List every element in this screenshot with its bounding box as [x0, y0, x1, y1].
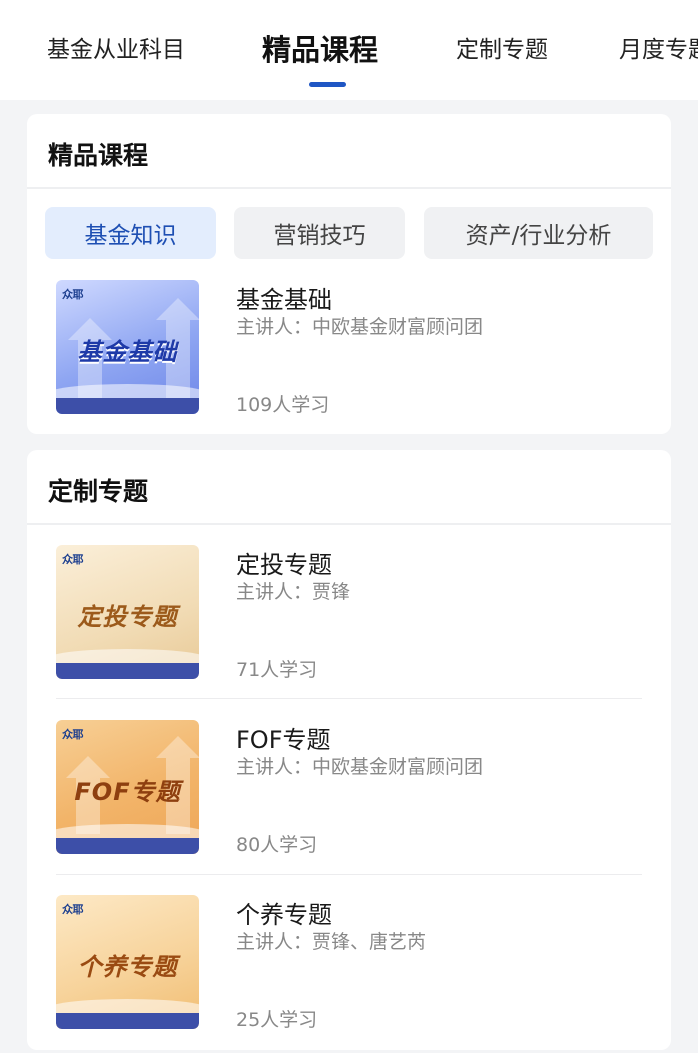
tab-custom-topics[interactable]: 定制专题: [456, 30, 548, 64]
course-learner-count: 71人学习: [236, 659, 318, 681]
course-thumbnail: 众耶 FOF专题: [56, 720, 199, 854]
featured-courses-card: 精品课程 基金知识 营销技巧 资产/行业分析 众耶 基金基础 基金基础 主讲人：…: [27, 114, 671, 434]
course-lecturer: 主讲人：贾锋、唐艺芮: [236, 931, 427, 953]
thumbnail-title: 定投专题: [77, 603, 178, 631]
top-tab-bar: 基金从业科目 精品课程 定制专题 月度专题: [0, 0, 698, 100]
course-name: FOF专题: [236, 726, 331, 754]
course-item[interactable]: 众耶 个养专题 个养专题 主讲人：贾锋、唐艺芮 25人学习: [27, 895, 671, 1045]
course-name: 个养专题: [236, 901, 332, 929]
active-tab-indicator: [309, 82, 346, 87]
tab-fund-exam-subjects[interactable]: 基金从业科目: [47, 30, 185, 64]
book-base-shape: [56, 398, 199, 414]
course-name: 定投专题: [236, 551, 332, 579]
course-item[interactable]: 众耶 定投专题 定投专题 主讲人：贾锋 71人学习: [27, 545, 671, 695]
course-name: 基金基础: [236, 286, 332, 314]
book-base-shape: [56, 1013, 199, 1029]
chip-fund-knowledge[interactable]: 基金知识: [45, 207, 216, 259]
book-base-shape: [56, 663, 199, 679]
course-lecturer: 主讲人：贾锋: [236, 581, 351, 603]
brand-logo: 众耶: [62, 288, 84, 301]
brand-logo: 众耶: [62, 553, 84, 566]
course-learner-count: 109人学习: [236, 394, 330, 416]
row-divider: [56, 874, 642, 875]
course-thumbnail: 众耶 基金基础: [56, 280, 199, 414]
brand-logo: 众耶: [62, 903, 84, 916]
section-title-featured: 精品课程: [48, 141, 149, 170]
course-lecturer: 主讲人：中欧基金财富顾问团: [236, 316, 484, 338]
tab-featured-courses[interactable]: 精品课程: [262, 27, 378, 69]
chip-marketing-skills[interactable]: 营销技巧: [234, 207, 405, 259]
custom-topics-card: 定制专题 众耶 定投专题 定投专题 主讲人：贾锋 71人学习 众耶 FOF专题 …: [27, 450, 671, 1050]
thumbnail-title: FOF专题: [74, 778, 181, 806]
row-divider: [56, 698, 642, 699]
thumbnail-title: 个养专题: [77, 953, 178, 981]
section-divider: [27, 187, 671, 189]
tab-monthly-topics[interactable]: 月度专题: [619, 30, 698, 64]
course-item[interactable]: 众耶 基金基础 基金基础 主讲人：中欧基金财富顾问团 109人学习: [27, 280, 671, 430]
chip-asset-industry-analysis[interactable]: 资产/行业分析: [424, 207, 653, 259]
thumbnail-title: 基金基础: [77, 338, 178, 366]
course-thumbnail: 众耶 定投专题: [56, 545, 199, 679]
book-base-shape: [56, 838, 199, 854]
course-learner-count: 25人学习: [236, 1009, 318, 1031]
section-title-custom: 定制专题: [48, 477, 149, 506]
course-learner-count: 80人学习: [236, 834, 318, 856]
course-thumbnail: 众耶 个养专题: [56, 895, 199, 1029]
course-item[interactable]: 众耶 FOF专题 FOF专题 主讲人：中欧基金财富顾问团 80人学习: [27, 720, 671, 870]
section-divider: [27, 523, 671, 525]
brand-logo: 众耶: [62, 728, 84, 741]
course-lecturer: 主讲人：中欧基金财富顾问团: [236, 756, 484, 778]
